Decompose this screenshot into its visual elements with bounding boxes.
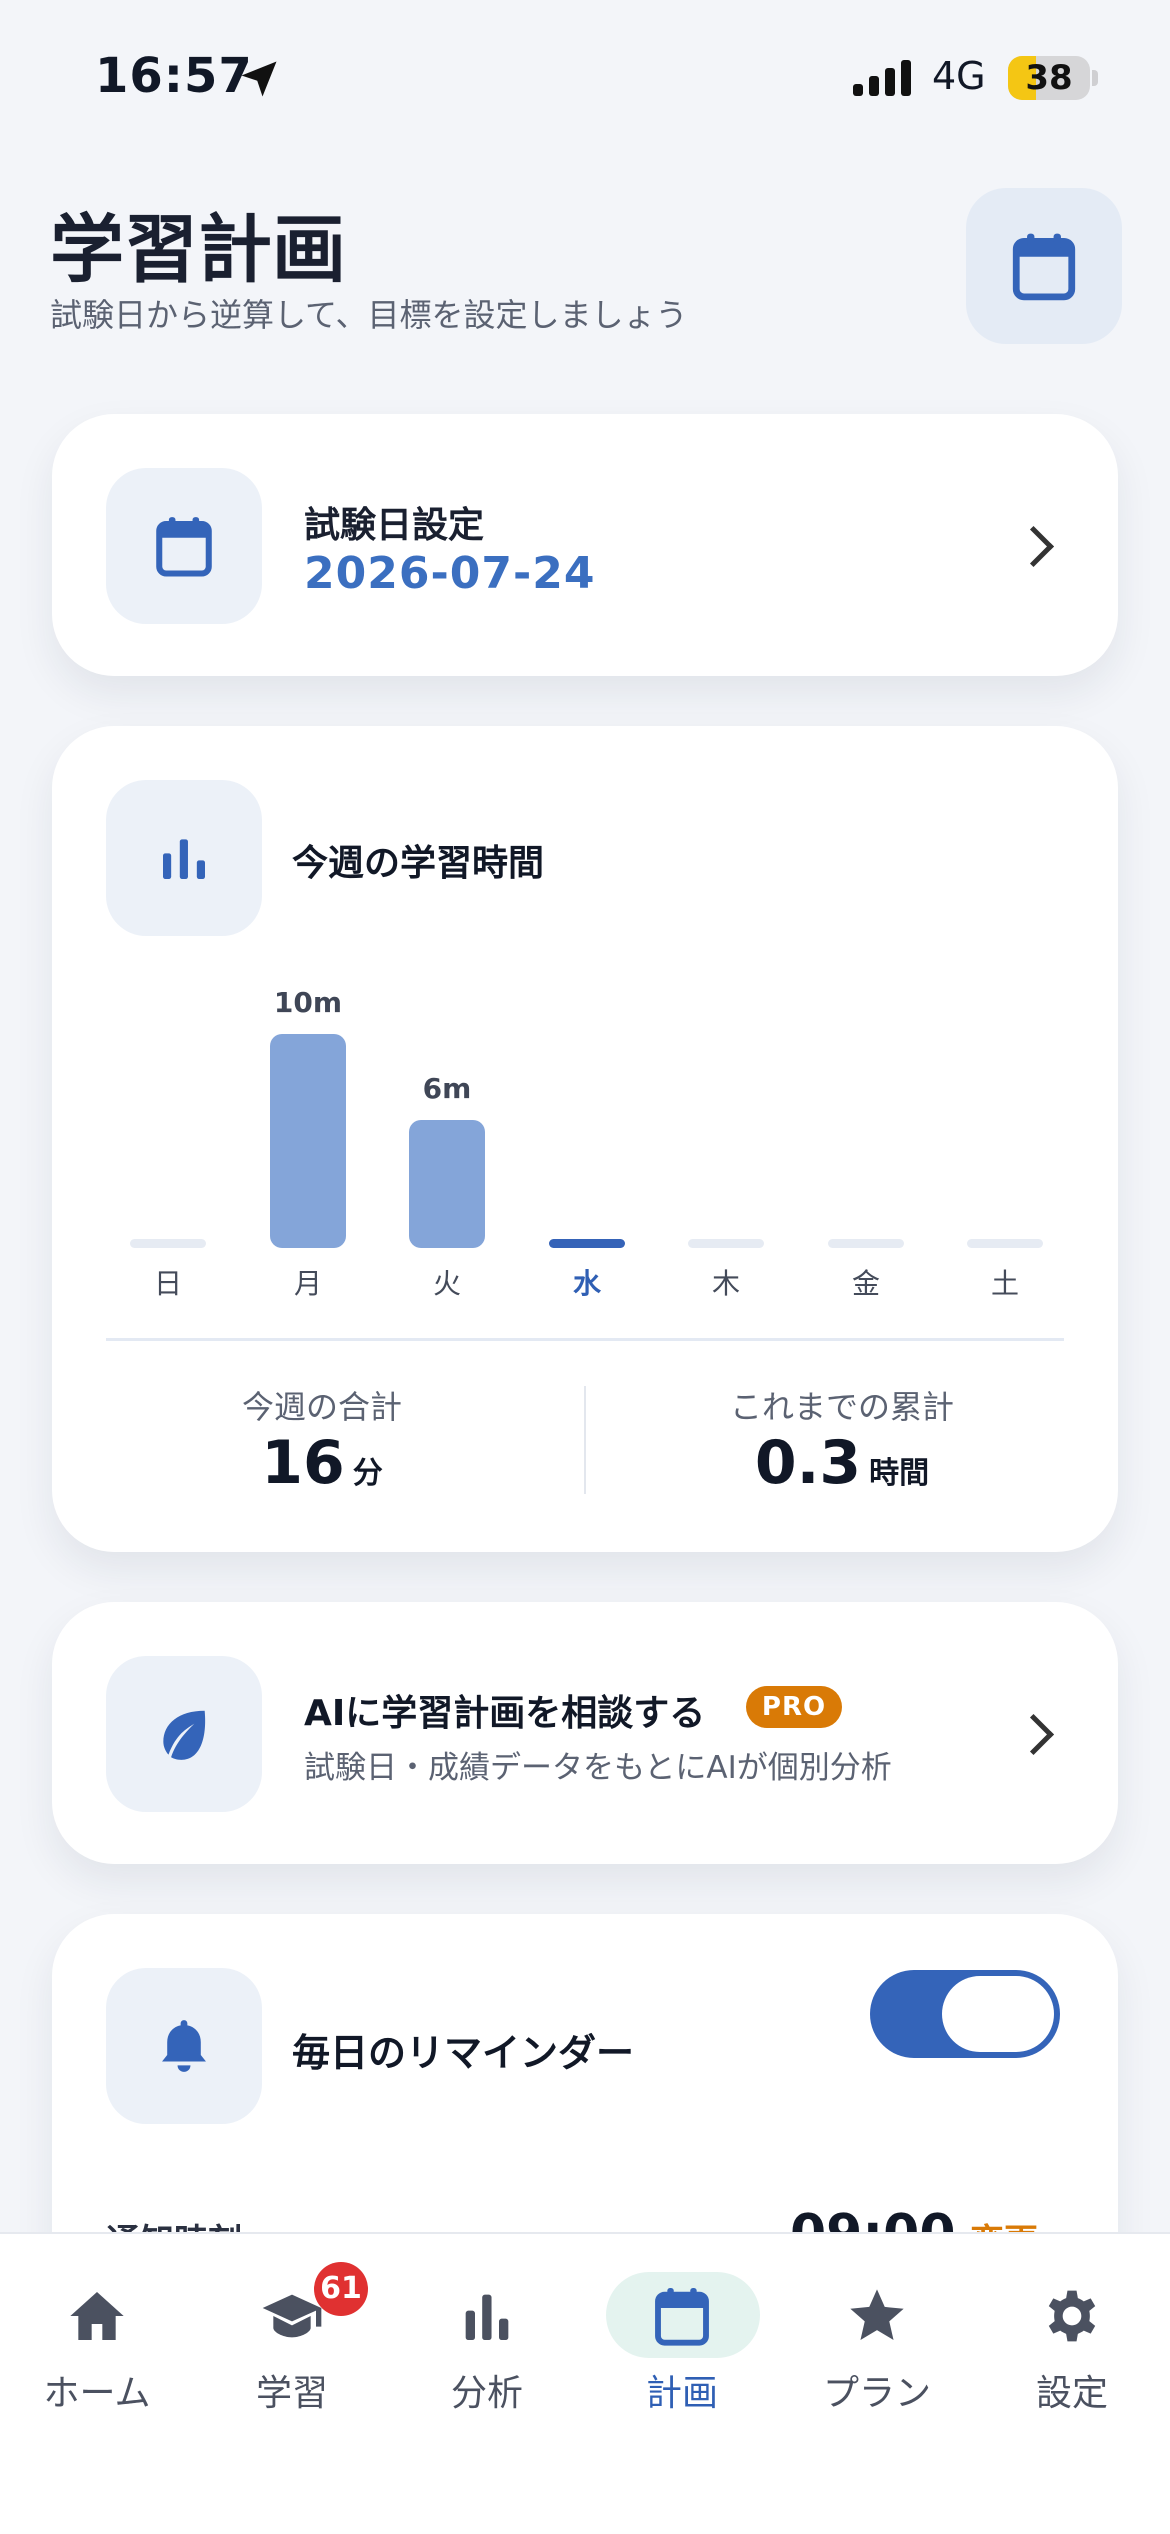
day-label: 日 bbox=[153, 1267, 182, 1300]
bar-value-label: 10m bbox=[273, 986, 343, 1019]
ai-subtitle: 試験日・成績データをもとにAIが個別分析 bbox=[304, 1750, 892, 1786]
network-type: 4G bbox=[932, 54, 986, 98]
calendar-icon bbox=[156, 517, 212, 577]
exam-date-card[interactable]: 試験日設定 2026-07-24 bbox=[52, 414, 1118, 676]
chevron-right-icon bbox=[1012, 1713, 1055, 1756]
status-time: 16:57 bbox=[95, 48, 253, 104]
cumulative-value: 0.3 時間 bbox=[692, 1428, 992, 1498]
calendar-icon bbox=[655, 2288, 709, 2346]
weekly-study-card: 今週の学習時間 日 10m 月 6m 火水木金土 今週の合計 16 分 これまでの累計 0… bbox=[52, 726, 1118, 1552]
battery-icon: 38 bbox=[1008, 56, 1090, 100]
tab-plans[interactable]: プラン bbox=[792, 2264, 962, 2414]
location-arrow-icon bbox=[241, 61, 277, 97]
reminder-icon-tile bbox=[106, 1968, 262, 2124]
signal-icon bbox=[853, 60, 911, 96]
chart-bar-empty bbox=[828, 1239, 904, 1248]
exam-icon-tile bbox=[106, 468, 262, 624]
page-title: 学習計画 bbox=[50, 207, 346, 293]
bar-value-label: 6m bbox=[422, 1072, 472, 1105]
chart-bar-empty bbox=[688, 1239, 764, 1248]
pro-badge: PRO bbox=[746, 1686, 842, 1728]
calendar-button[interactable] bbox=[966, 188, 1122, 344]
tab-label: 設定 bbox=[1035, 2373, 1108, 2414]
notification-badge: 61 bbox=[314, 2262, 368, 2316]
day-label: 火 bbox=[432, 1267, 461, 1300]
chart-bar bbox=[270, 1034, 346, 1248]
day-label: 月 bbox=[293, 1267, 322, 1300]
battery-level: 38 bbox=[1025, 58, 1073, 98]
tab-plan[interactable]: 計画 bbox=[597, 2264, 767, 2414]
toggle-knob bbox=[942, 1976, 1054, 2052]
gear-icon bbox=[1048, 2290, 1096, 2342]
bar-chart-icon bbox=[465, 2294, 509, 2340]
cumulative-label: これまでの累計 bbox=[729, 1388, 954, 1426]
weekly-bar-chart: 日 10m 月 6m 火 水 木 金 土 bbox=[52, 726, 1118, 1346]
week-total-value: 16 分 bbox=[182, 1428, 462, 1498]
day-label: 金 bbox=[851, 1267, 880, 1300]
divider bbox=[106, 1338, 1064, 1341]
reminder-toggle[interactable] bbox=[870, 1970, 1060, 2058]
chart-bar-today bbox=[549, 1239, 625, 1248]
tab-bar: ホーム 学習 61 分析 計画 プラン 設定 bbox=[0, 2232, 1170, 2534]
cumulative-number: 0.3 bbox=[754, 1428, 862, 1498]
leaf-icon bbox=[163, 1710, 206, 1760]
ai-title: AIに学習計画を相談する bbox=[304, 1693, 706, 1734]
chart-bar-empty bbox=[130, 1239, 206, 1248]
ai-icon-tile bbox=[106, 1656, 262, 1812]
bell-icon bbox=[162, 2020, 206, 2072]
day-label: 水 bbox=[572, 1267, 601, 1300]
day-label: 木 bbox=[711, 1267, 740, 1300]
page-subtitle: 試験日から逆算して、目標を設定しましょう bbox=[50, 296, 688, 334]
cumulative-unit: 時間 bbox=[869, 1456, 930, 1491]
tab-label: 計画 bbox=[645, 2373, 718, 2414]
star-icon bbox=[850, 2289, 904, 2340]
tab-settings[interactable]: 設定 bbox=[987, 2264, 1157, 2414]
calendar-icon bbox=[1012, 233, 1076, 301]
home-icon bbox=[70, 2292, 124, 2340]
tab-label: 学習 bbox=[255, 2373, 328, 2414]
ai-consult-card[interactable]: AIに学習計画を相談する PRO 試験日・成績データをもとにAIが個別分析 bbox=[52, 1602, 1118, 1864]
exam-date-value: 2026-07-24 bbox=[304, 548, 596, 599]
reminder-title: 毎日のリマインダー bbox=[292, 2031, 635, 2075]
chart-bar bbox=[409, 1120, 485, 1248]
week-total-number: 16 bbox=[261, 1428, 345, 1498]
week-total-label: 今週の合計 bbox=[241, 1388, 402, 1426]
exam-date-label: 試験日設定 bbox=[304, 505, 485, 546]
divider bbox=[584, 1386, 586, 1494]
day-label: 土 bbox=[990, 1267, 1019, 1300]
week-total-unit: 分 bbox=[352, 1456, 383, 1491]
tab-label: プラン bbox=[822, 2373, 931, 2414]
tab-label: ホーム bbox=[43, 2373, 151, 2414]
tab-label: 分析 bbox=[450, 2373, 523, 2414]
tab-analysis[interactable]: 分析 bbox=[402, 2264, 572, 2414]
chevron-right-icon bbox=[1012, 525, 1055, 568]
tab-home[interactable]: ホーム bbox=[12, 2264, 182, 2414]
battery-nub bbox=[1092, 70, 1098, 86]
chart-bar-empty bbox=[967, 1239, 1043, 1248]
